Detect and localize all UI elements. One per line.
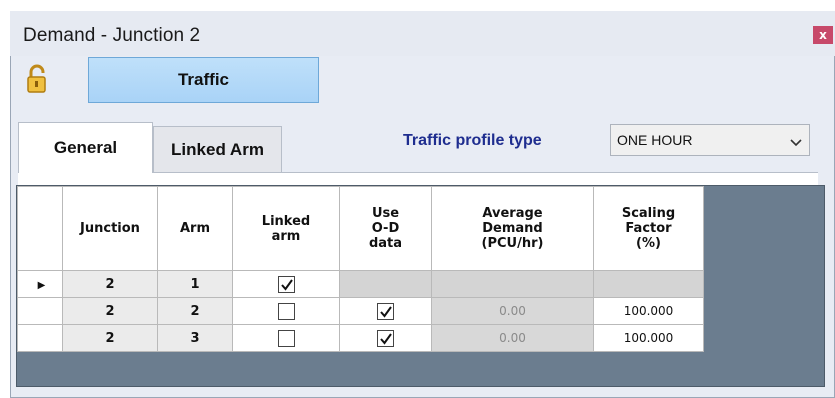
traffic-profile-type-label: Traffic profile type xyxy=(403,132,542,149)
cell-arm: 3 xyxy=(157,324,233,352)
table-row[interactable]: 2 2 0.00 100.000 xyxy=(17,297,704,325)
row-pointer-icon: ▶ xyxy=(37,279,46,291)
row-header-column xyxy=(17,186,63,271)
column-header-arm[interactable]: Arm xyxy=(157,186,233,271)
padlock-open-icon[interactable] xyxy=(26,64,48,94)
column-header-label: Use O-D data xyxy=(368,206,403,251)
cell-linked-arm[interactable] xyxy=(232,324,340,352)
cell-scaling-factor[interactable]: 100.000 xyxy=(593,324,704,352)
row-pointer[interactable]: ▶ xyxy=(17,270,63,298)
cell-junction: 2 xyxy=(62,270,158,298)
close-button[interactable]: x xyxy=(813,26,833,44)
demand-grid: Junction Arm Linked arm Use O-D data Ave… xyxy=(17,186,704,352)
cell-use-od-data xyxy=(339,270,432,298)
column-header-scaling-factor[interactable]: Scaling Factor (%) xyxy=(593,186,704,271)
tab-general[interactable]: General xyxy=(18,122,153,173)
cell-arm: 1 xyxy=(157,270,233,298)
cell-scaling-factor[interactable]: 100.000 xyxy=(593,297,704,325)
traffic-button[interactable]: Traffic xyxy=(88,57,319,103)
cell-use-od-data[interactable] xyxy=(339,324,432,352)
column-header-label: Scaling Factor (%) xyxy=(621,206,676,251)
title-bar: Demand - Junction 2 x xyxy=(10,11,835,56)
column-header-label: Average Demand (PCU/hr) xyxy=(481,206,544,251)
traffic-profile-type-select[interactable]: ONE HOUR xyxy=(610,124,810,156)
linked-arm-checkbox[interactable] xyxy=(277,302,295,320)
cell-average-demand: 0.00 xyxy=(431,297,594,325)
column-header-label: Linked arm xyxy=(261,213,311,244)
cell-use-od-data[interactable] xyxy=(339,297,432,325)
cell-junction: 2 xyxy=(62,324,158,352)
linked-arm-checkbox[interactable] xyxy=(277,275,295,293)
column-header-label: Junction xyxy=(80,221,140,236)
row-header-cell[interactable] xyxy=(17,324,63,352)
column-header-label: Arm xyxy=(179,221,211,236)
cell-linked-arm[interactable] xyxy=(232,297,340,325)
grid-header-row: Junction Arm Linked arm Use O-D data Ave… xyxy=(17,186,704,271)
use-od-data-checkbox[interactable] xyxy=(377,329,394,347)
table-row[interactable]: ▶ 2 1 xyxy=(17,270,704,298)
linked-arm-checkbox[interactable] xyxy=(277,329,295,347)
traffic-profile-type-value: ONE HOUR xyxy=(617,132,693,148)
cell-arm: 2 xyxy=(157,297,233,325)
cell-average-demand: 0.00 xyxy=(431,324,594,352)
column-header-linked-arm[interactable]: Linked arm xyxy=(232,186,340,271)
column-header-use-od-data[interactable]: Use O-D data xyxy=(339,186,432,271)
cell-linked-arm[interactable] xyxy=(232,270,340,298)
window-title: Demand - Junction 2 xyxy=(23,25,201,46)
column-header-junction[interactable]: Junction xyxy=(62,186,158,271)
use-od-data-checkbox[interactable] xyxy=(377,302,394,320)
cell-scaling-factor xyxy=(593,270,704,298)
cell-average-demand xyxy=(431,270,594,298)
tab-linked-arm[interactable]: Linked Arm xyxy=(153,126,282,173)
table-row[interactable]: 2 3 0.00 100.000 xyxy=(17,324,704,352)
chevron-down-icon xyxy=(790,135,802,147)
cell-junction: 2 xyxy=(62,297,158,325)
column-header-average-demand[interactable]: Average Demand (PCU/hr) xyxy=(431,186,594,271)
row-header-cell[interactable] xyxy=(17,297,63,325)
